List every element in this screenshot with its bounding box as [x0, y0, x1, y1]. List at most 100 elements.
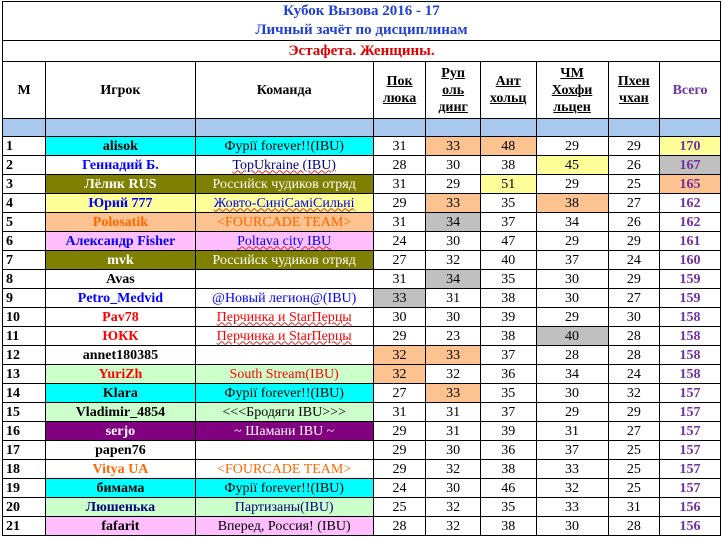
table-row: 6 Александр Fisher Poltava city IBU 24 30 47 2…: [1, 231, 721, 251]
score-cell: 28: [372, 155, 427, 175]
score-cell: 33: [425, 193, 481, 213]
header-line: Пок: [386, 74, 413, 89]
player-cell: Avas: [45, 269, 196, 289]
score-cell: 28: [607, 516, 661, 536]
total-cell: 156: [659, 516, 721, 536]
score-cell: 37: [479, 345, 537, 365]
score-cell: 25: [607, 459, 661, 479]
score-cell: 37: [479, 212, 537, 232]
team-cell: Фурії forever!!(IBU): [194, 383, 374, 403]
score-cell: 27: [372, 383, 427, 403]
header-rank: М: [1, 61, 47, 119]
score-cell: 36: [479, 364, 537, 384]
player-cell: ЮКК: [45, 326, 196, 346]
title-discipline: Эстафета. Женщины.: [2, 40, 721, 62]
score-cell: 29: [607, 402, 661, 422]
table-row: 21 fafarit Вперед, Россия! (IBU) 28 32 38 30 28…: [1, 516, 721, 536]
score-cell: 29: [425, 174, 481, 194]
score-cell: 28: [535, 345, 609, 365]
header-d3: Ант хольц: [479, 61, 537, 119]
score-cell: 24: [372, 478, 427, 498]
table-row: 20 Люшенька Партизаны(IBU) 25 32 35 33 31 156: [1, 497, 721, 517]
rank-cell: 17: [1, 440, 47, 460]
header-row: М Игрок Команда Пок люка Руп оль динг Ант хо…: [1, 61, 721, 119]
score-cell: 28: [607, 326, 661, 346]
score-cell: 25: [372, 497, 427, 517]
total-cell: 167: [659, 155, 721, 175]
table-row: 5 Polosatik <FOURCADE TEAM> 31 34 37 34 26 162: [1, 212, 721, 232]
header-line: Ант: [495, 74, 521, 89]
score-cell: 29: [372, 440, 427, 460]
score-cell: 30: [425, 307, 481, 327]
player-cell: serjo: [45, 421, 196, 441]
score-cell: 32: [425, 497, 481, 517]
team-cell: TopUkraine (IBU): [194, 155, 374, 175]
score-cell: 36: [479, 440, 537, 460]
header-d5: Пхен чхан: [607, 61, 661, 119]
player-cell: Геннадий Б.: [45, 155, 196, 175]
score-cell: 31: [425, 421, 481, 441]
player-cell: fafarit: [45, 516, 196, 536]
rank-cell: 1: [1, 136, 47, 156]
total-cell: 158: [659, 326, 721, 346]
score-cell: 30: [425, 478, 481, 498]
table-row: 12 annet180385 32 33 37 28 28 158: [1, 345, 721, 365]
team-cell: [194, 269, 374, 289]
player-cell: Pav78: [45, 307, 196, 327]
table-row: 13 YuriZh South Stream(IBU) 32 32 36 34 24 158: [1, 364, 721, 384]
header-line: оль: [442, 82, 465, 98]
standings-table: Кубок Вызова 2016 - 17 Личный зачёт по д…: [1, 1, 721, 536]
score-cell: 39: [479, 307, 537, 327]
score-cell: 26: [607, 155, 661, 175]
score-cell: 32: [372, 364, 427, 384]
header-d2: Руп оль динг: [425, 61, 481, 119]
score-cell: 35: [479, 193, 537, 213]
player-cell: Vitya UA: [45, 459, 196, 479]
rank-cell: 11: [1, 326, 47, 346]
team-cell: [194, 440, 374, 460]
player-cell: alisok: [45, 136, 196, 156]
rank-cell: 9: [1, 288, 47, 308]
player-cell: mvk: [45, 250, 196, 270]
score-cell: 26: [607, 212, 661, 232]
score-cell: 27: [607, 288, 661, 308]
separator-band: [1, 118, 721, 137]
score-cell: 29: [372, 326, 427, 346]
header-total: Всего: [659, 61, 721, 119]
total-cell: 157: [659, 478, 721, 498]
score-cell: 25: [607, 174, 661, 194]
team-cell: <FOURCADE TEAM>: [194, 459, 374, 479]
score-cell: 34: [425, 269, 481, 289]
score-cell: 30: [535, 288, 609, 308]
score-cell: 31: [535, 421, 609, 441]
total-cell: 157: [659, 402, 721, 422]
header-line: ЧМ: [560, 65, 584, 81]
rank-cell: 12: [1, 345, 47, 365]
score-cell: 31: [372, 402, 427, 422]
score-cell: 29: [372, 421, 427, 441]
score-cell: 46: [479, 478, 537, 498]
score-cell: 51: [479, 174, 537, 194]
score-cell: 39: [479, 421, 537, 441]
score-cell: 33: [535, 459, 609, 479]
score-cell: 30: [535, 516, 609, 536]
score-cell: 31: [372, 136, 427, 156]
table-row: 19 бимама Фурії forever!!(IBU) 24 30 46 32 25 15…: [1, 478, 721, 498]
score-cell: 34: [535, 364, 609, 384]
score-cell: 35: [479, 497, 537, 517]
score-cell: 37: [479, 402, 537, 422]
score-cell: 29: [535, 231, 609, 251]
total-cell: 162: [659, 193, 721, 213]
score-cell: 27: [607, 193, 661, 213]
table-row: 3 Лёлик RUS Российск чудиков отряд 31 29 51 29…: [1, 174, 721, 194]
score-cell: 25: [607, 478, 661, 498]
player-cell: YuriZh: [45, 364, 196, 384]
rank-cell: 8: [1, 269, 47, 289]
score-cell: 24: [607, 364, 661, 384]
rank-cell: 19: [1, 478, 47, 498]
table-row: 7 mvk Российск чудиков отряд 27 32 40 37 24 160: [1, 250, 721, 270]
team-cell: South Stream(IBU): [194, 364, 374, 384]
total-cell: 158: [659, 364, 721, 384]
table-row: 15 Vladimir_4854 <<<Бродяги IBU>>> 31 31 37 29…: [1, 402, 721, 422]
score-cell: 34: [425, 212, 481, 232]
